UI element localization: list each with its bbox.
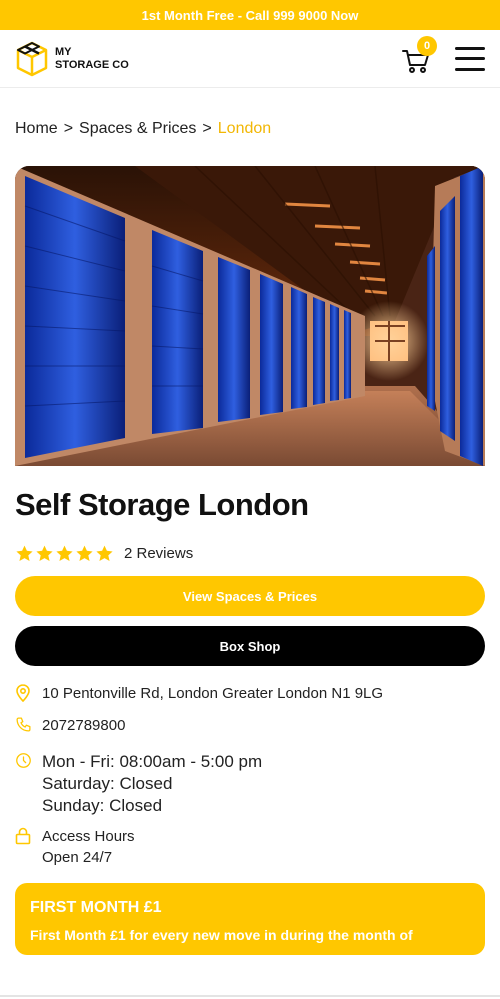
breadcrumb-separator: > bbox=[202, 120, 212, 137]
hero-image bbox=[15, 166, 485, 466]
breadcrumb-spaces[interactable]: Spaces & Prices bbox=[79, 120, 196, 138]
breadcrumb-separator: > bbox=[63, 120, 74, 137]
divider bbox=[0, 995, 500, 997]
cart-button[interactable]: 0 bbox=[401, 35, 437, 76]
rating[interactable]: 2 Reviews bbox=[15, 544, 193, 563]
hours-sunday: Sunday: Closed bbox=[42, 796, 163, 815]
star-icon bbox=[36, 545, 53, 561]
box-logo-icon bbox=[16, 41, 48, 76]
access-hours-label: Access Hours bbox=[42, 828, 135, 845]
site-header: MY STORAGE CO 0 bbox=[0, 30, 500, 88]
address-row: 10 Pentonville Rd, London Greater London… bbox=[15, 683, 383, 707]
hours-list: Mon - Fri: 08:00am - 5:00 pm Saturday: C… bbox=[42, 751, 262, 817]
offer-text: First Month £1 for every new move in dur… bbox=[30, 927, 413, 943]
promo-bar[interactable]: 1st Month Free - Call 999 9000 Now bbox=[0, 0, 500, 30]
header-actions: 0 bbox=[401, 35, 485, 76]
offer-card[interactable]: FIRST MONTH £1 First Month £1 for every … bbox=[15, 883, 485, 955]
hours-weekday: Mon - Fri: 08:00am - 5:00 pm bbox=[42, 752, 263, 771]
access-hours: Access Hours Open 24/7 bbox=[15, 826, 135, 868]
phone-link[interactable]: 2072789800 bbox=[42, 715, 125, 738]
cart-count-badge: 0 bbox=[417, 35, 437, 56]
box-shop-button[interactable]: Box Shop bbox=[15, 626, 485, 666]
star-icon bbox=[16, 545, 33, 561]
menu-button[interactable] bbox=[455, 46, 485, 71]
clock-icon bbox=[16, 753, 31, 768]
reviews-link[interactable]: 2 Reviews bbox=[124, 545, 193, 562]
address-text: 10 Pentonville Rd, London Greater London… bbox=[42, 685, 384, 702]
page-title: Self Storage London bbox=[15, 487, 309, 522]
star-rating bbox=[15, 544, 114, 563]
offer-title: FIRST MONTH £1 bbox=[30, 899, 162, 916]
opening-hours: Mon - Fri: 08:00am - 5:00 pm Saturday: C… bbox=[15, 751, 262, 817]
hours-saturday: Saturday: Closed bbox=[42, 774, 173, 793]
star-icon bbox=[96, 545, 113, 561]
logo[interactable]: MY STORAGE CO bbox=[15, 41, 129, 77]
phone-icon bbox=[16, 717, 31, 732]
logo-line2: STORAGE CO bbox=[55, 58, 129, 71]
promo-text[interactable]: 1st Month Free - Call 999 9000 Now bbox=[142, 8, 359, 23]
storage-corridor-illustration bbox=[15, 166, 485, 466]
access-hours-text: Access Hours Open 24/7 bbox=[42, 826, 135, 868]
breadcrumb: Home > Spaces & Prices > London bbox=[15, 120, 271, 138]
location-pin-icon bbox=[16, 684, 30, 703]
star-icon bbox=[56, 545, 73, 561]
logo-line1: MY bbox=[55, 45, 72, 58]
view-spaces-button[interactable]: View Spaces & Prices bbox=[15, 576, 485, 616]
phone-row[interactable]: 2072789800 bbox=[15, 715, 125, 738]
breadcrumb-current: London bbox=[217, 120, 272, 137]
breadcrumb-home[interactable]: Home bbox=[15, 120, 58, 138]
logo-text: MY STORAGE CO bbox=[55, 46, 129, 72]
star-icon bbox=[76, 545, 93, 561]
lock-icon bbox=[15, 827, 31, 845]
access-hours-value: Open 24/7 bbox=[42, 849, 113, 866]
hamburger-icon bbox=[455, 46, 485, 50]
